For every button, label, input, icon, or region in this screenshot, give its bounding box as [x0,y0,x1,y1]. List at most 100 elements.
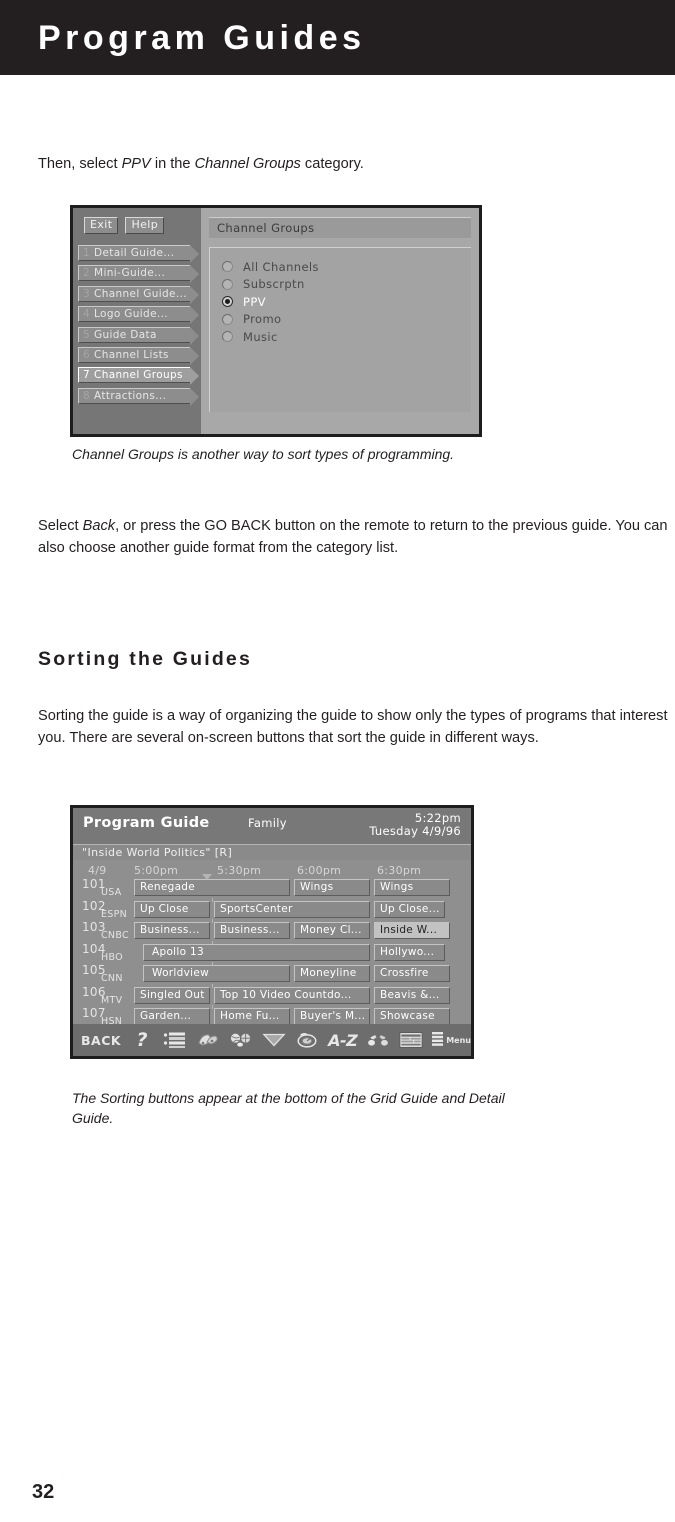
program-cell[interactable]: Garden... [134,1008,210,1025]
guide-channel-row: 104 HBO Apollo 13 Hollywo... [79,940,465,966]
intro-paragraph: Then, select PPV in the Channel Groups c… [38,153,638,175]
radio-option-label: Promo [243,312,282,327]
program-guide-screenshot: Program Guide Family 5:22pm Tuesday 4/9/… [70,805,474,1059]
guide-clock-date: 5:22pm Tuesday 4/9/96 [369,812,461,838]
program-cell[interactable]: Top 10 Video Countdo... [214,986,370,1004]
page-header: Program Guides [0,0,675,75]
time-tick-mark [212,919,213,923]
guide-menu-item-channel-groups[interactable]: 7 Channel Groups [78,367,199,386]
time-tick-mark [212,1005,213,1009]
time-tick-mark [212,897,213,902]
radio-option-label: Music [243,329,278,344]
program-cell[interactable]: Business... [214,922,290,939]
channel-groups-options: All Channels Subscrptn PPV Promo Music [209,247,471,412]
help-question-icon-label: ? [136,1029,148,1051]
program-cell[interactable]: Hollywo... [374,943,445,961]
intro-emphasis-ppv: PPV [121,156,151,172]
radio-option-ppv[interactable]: PPV [222,293,471,311]
time-tick-mark [212,940,213,945]
program-cell[interactable]: Wings [374,879,450,896]
program-cell[interactable]: Business... [134,922,210,939]
menu-item-number: 6 [83,348,91,361]
list-sort-icon[interactable] [163,1030,187,1050]
channel-network: MTV [101,994,123,1006]
guide-info-bar: "Inside World Politics" [R] [73,844,471,860]
guide-menu-item-channel-lists[interactable]: 6 Channel Lists [78,346,199,365]
binoculars-icon[interactable] [366,1030,390,1050]
radio-button-icon[interactable] [222,313,233,325]
program-cell[interactable]: Apollo 13 [143,943,370,961]
program-cell[interactable]: Crossfire [374,965,450,982]
grid-guide-icon[interactable] [399,1030,423,1050]
guide-title: Program Guide [83,815,210,831]
program-cell[interactable]: Beavis &... [374,986,450,1004]
time-slot-2: 6:00pm [297,864,342,877]
program-cell[interactable]: Inside W... [374,922,450,939]
time-slot-0: 5:00pm [134,864,179,877]
program-cell[interactable]: Wings [294,879,370,896]
menu-item-number: 4 [83,308,91,321]
program-cell[interactable]: Home Fu... [214,1008,290,1025]
exit-button[interactable]: Exit [84,217,119,234]
radio-button-icon[interactable] [222,261,233,273]
guide-channel-row: 101 USA Renegade Wings Wings [79,877,465,901]
back-text-2: , or press the GO BACK button on the rem… [38,518,668,556]
menu-item-label: Logo Guide... [94,308,168,321]
program-cell[interactable]: Up Close... [374,900,445,918]
guide-channel-row: 103 CNBC Business... Business... Money Cl...… [79,919,465,944]
radio-option-label: PPV [243,294,266,309]
guide-rows: 101 USA Renegade Wings Wings 102 ESPN Up Close S… [79,877,465,1030]
menu-item-label: Detail Guide... [94,247,175,259]
movies-icon[interactable] [196,1030,220,1050]
radio-button-icon[interactable] [222,278,233,290]
program-cell[interactable]: SportsCenter [214,900,370,918]
help-button[interactable]: Help [125,217,165,234]
back-text-1: Select [38,518,83,534]
channel-network: USA [101,887,122,898]
guide-menu-item-mini-guide[interactable]: 2 Mini-Guide... [78,265,199,284]
program-cell[interactable]: Singled Out [134,986,210,1004]
guide-menu-item-guide-data[interactable]: 5 Guide Data [78,326,199,345]
radio-option-promo[interactable]: Promo [222,311,471,329]
menu-item-number: 5 [83,328,91,341]
guide-menu-item-logo-guide[interactable]: 4 Logo Guide... [78,306,199,325]
radio-option-music[interactable]: Music [222,328,471,346]
radio-option-subscrptn[interactable]: Subscrptn [222,276,471,294]
radio-option-label: Subscrptn [243,277,305,292]
guide-menu-item-detail-guide[interactable]: 1 Detail Guide... [78,245,199,263]
guide-row-cells: Renegade Wings Wings [134,879,465,896]
guide-row-cells: Up Close SportsCenter Up Close... [134,897,465,918]
program-cell[interactable]: Buyer's M... [294,1008,370,1025]
caption-channel-groups: Channel Groups is another way to sort ty… [72,446,455,462]
program-cell[interactable]: Renegade [134,879,290,896]
guide-time-header: 4/9 5:00pm 5:30pm 6:00pm 6:30pm [79,864,465,879]
menu-item-label: Channel Groups [94,369,183,382]
menu-icon[interactable]: Menu [432,1031,471,1049]
guide-menu-item-channel-guide[interactable]: 3 Channel Guide... [78,285,199,304]
menu-item-number: 3 [83,287,91,300]
radio-button-icon[interactable] [222,296,233,308]
channel-network: HBO [101,951,123,963]
program-cell[interactable]: Money Cl... [294,922,370,939]
guide-row-cells: Worldview Moneyline Crossfire [134,962,465,982]
alphabetical-sort-icon[interactable]: A-Z [328,1031,358,1050]
time-tick-mark [212,962,213,966]
back-label[interactable]: BACK [81,1033,121,1048]
channel-network: ESPN [101,908,128,920]
radio-option-all-channels[interactable]: All Channels [222,258,471,276]
help-question-icon[interactable]: ? [130,1029,154,1051]
radio-button-icon[interactable] [222,331,233,343]
intro-emphasis-channel-groups: Channel Groups [194,156,301,172]
time-slot-3: 6:30pm [377,864,422,877]
sports-icon[interactable] [229,1030,253,1050]
program-cell[interactable]: Up Close [134,900,210,918]
guide-row-cells: Garden... Home Fu... Buyer's M... Showcase [134,1005,465,1025]
time-sort-icon[interactable] [295,1030,319,1050]
program-cell[interactable]: Worldview [143,965,290,982]
caption-sorting-buttons: The Sorting buttons appear at the bottom… [72,1090,505,1126]
intro-text-2: in the [150,156,195,172]
program-cell[interactable]: Moneyline [294,965,370,982]
program-cell[interactable]: Showcase [374,1008,450,1025]
down-triangle-icon[interactable] [262,1030,286,1050]
guide-menu-item-attractions[interactable]: 8 Attractions... [78,387,199,406]
